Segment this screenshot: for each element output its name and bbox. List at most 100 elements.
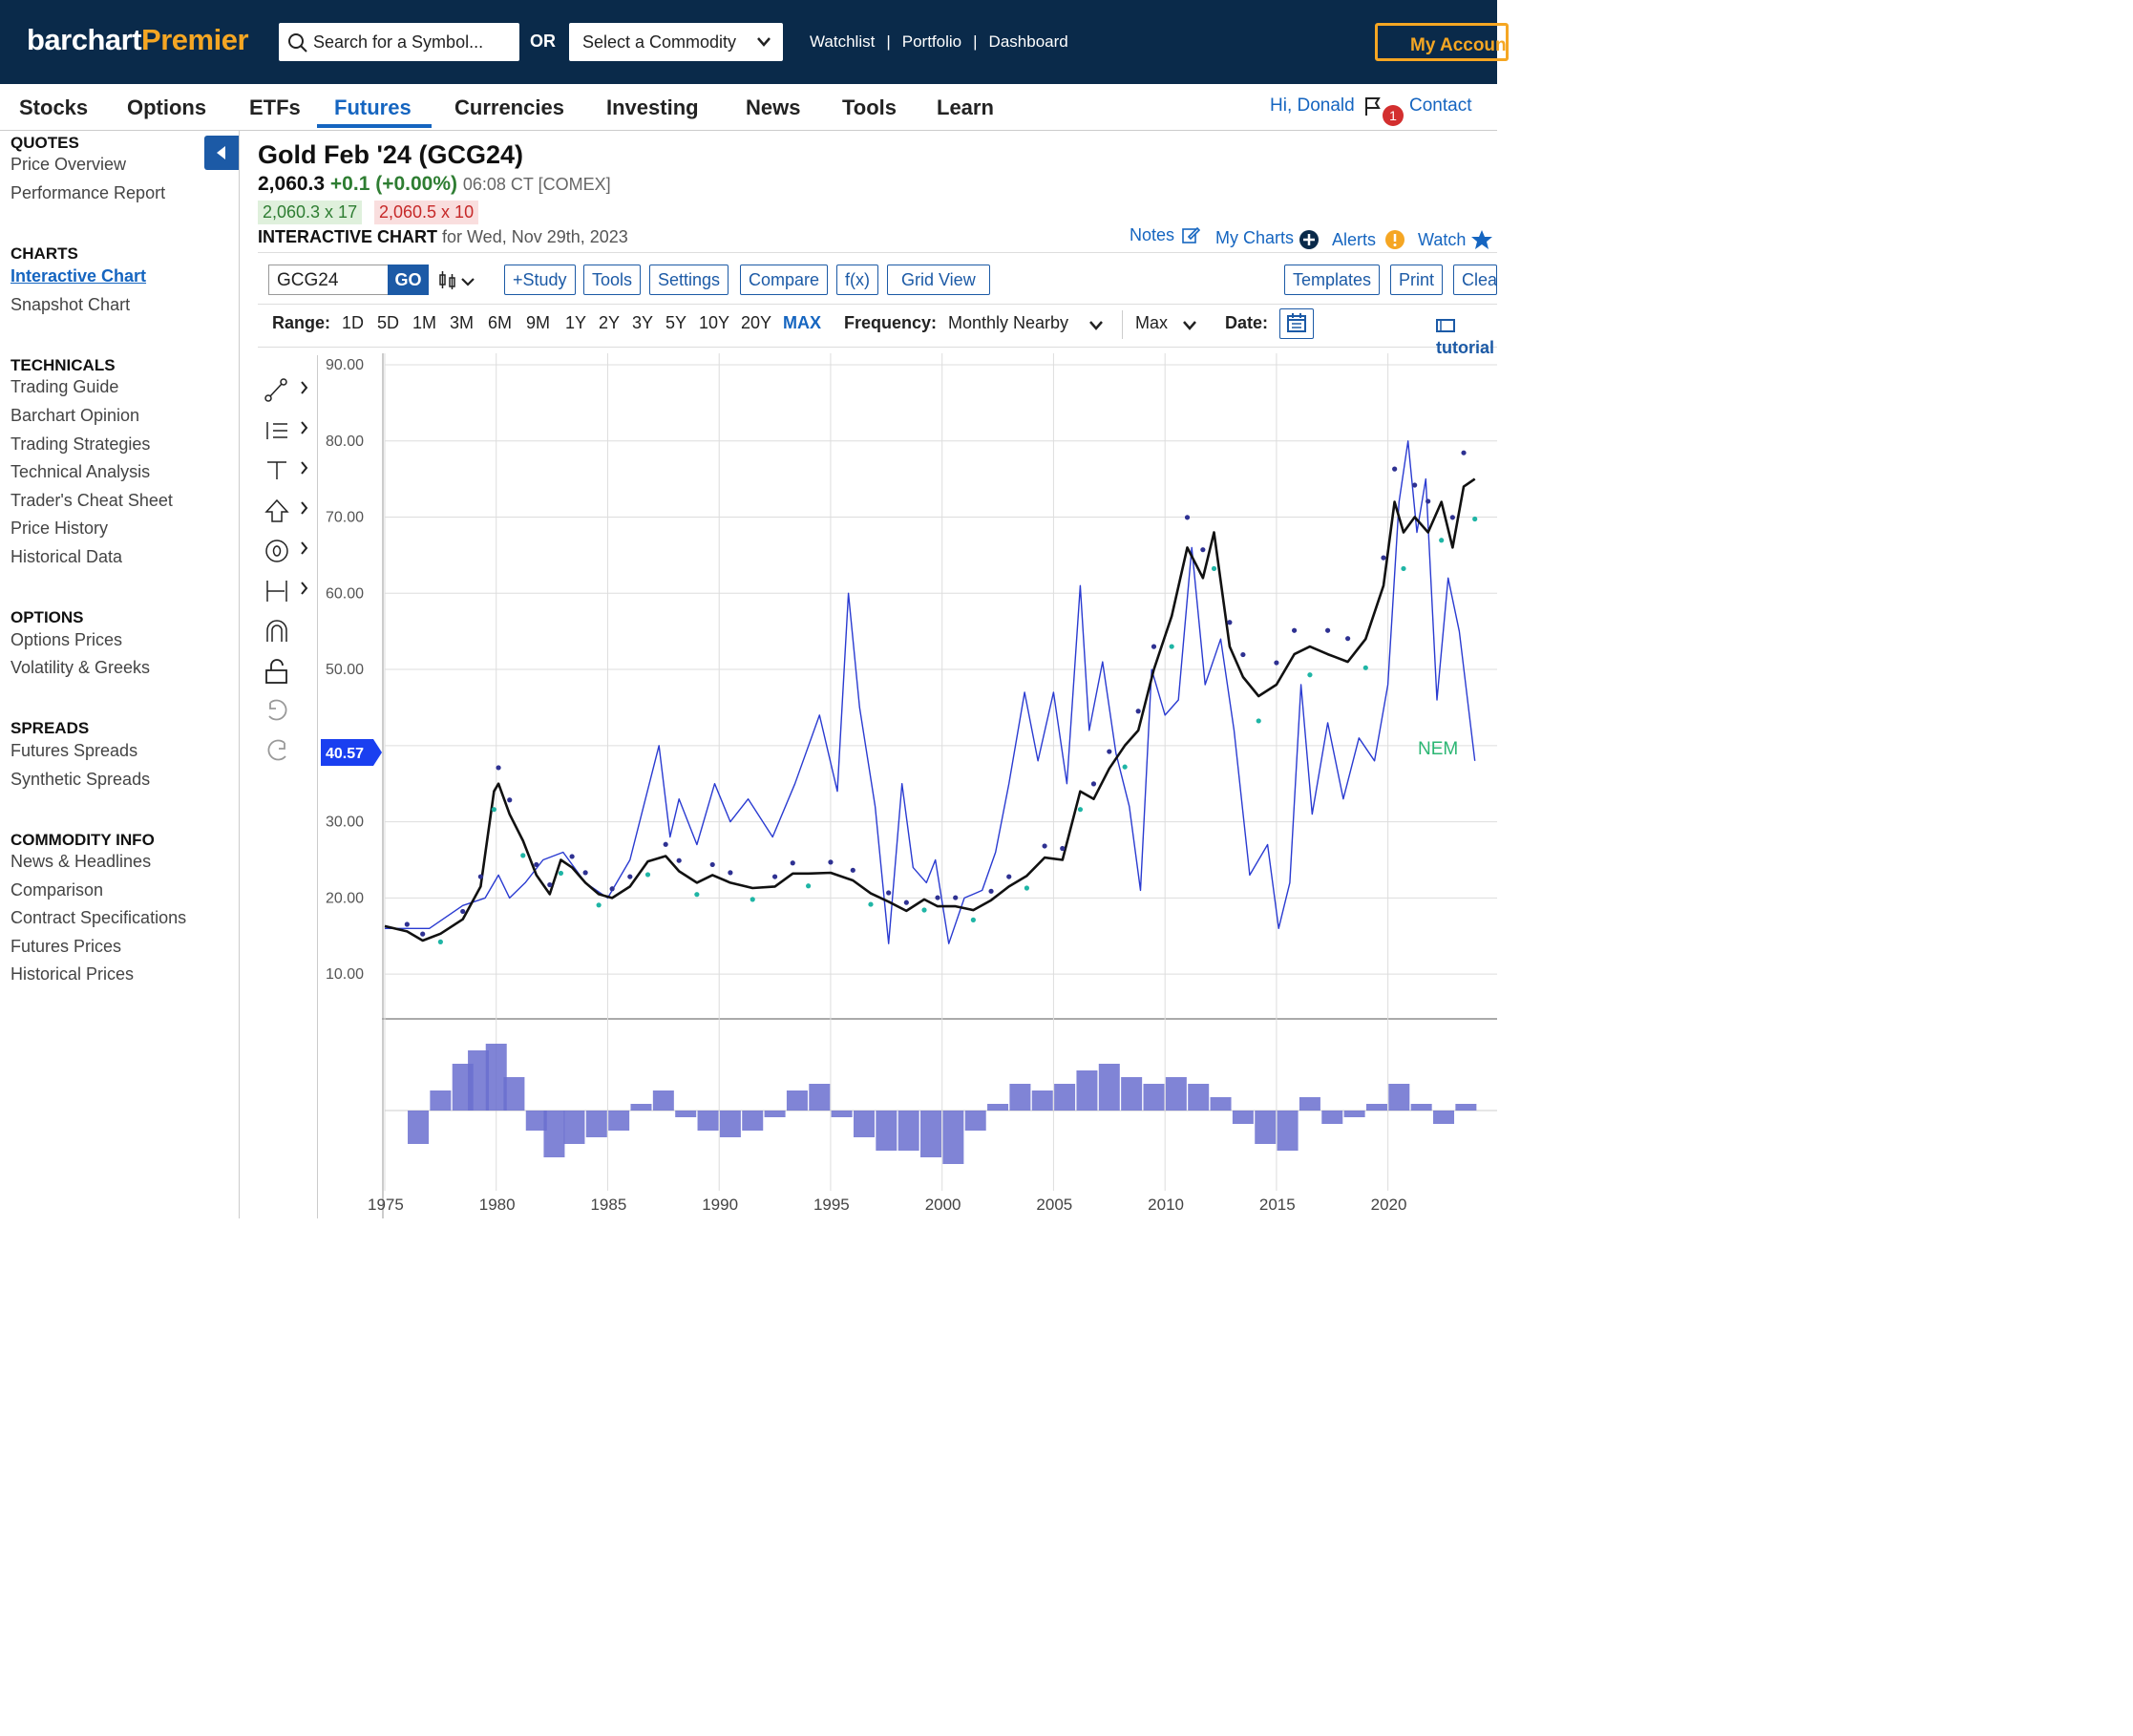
range-10y[interactable]: 10Y (699, 313, 729, 333)
range-1m[interactable]: 1M (412, 313, 436, 333)
sidebar-item-historical-prices[interactable]: Historical Prices (11, 964, 134, 984)
nav-futures[interactable]: Futures (334, 95, 412, 120)
nav-etfs[interactable]: ETFs (249, 95, 301, 120)
my-account-button[interactable]: My Account (1375, 23, 1509, 61)
symbol-search-input[interactable]: Search for a Symbol... (279, 23, 519, 61)
period-select[interactable]: Max (1135, 313, 1168, 333)
tutorial-link[interactable]: tutorial (1436, 318, 1497, 358)
magnet-icon[interactable] (266, 620, 287, 642)
range-1y[interactable]: 1Y (565, 313, 586, 333)
print-button[interactable]: Print (1390, 265, 1444, 295)
nav-investing[interactable]: Investing (606, 95, 699, 120)
watchlist-link[interactable]: Watchlist (810, 32, 875, 52)
range-3y[interactable]: 3Y (632, 313, 653, 333)
circle-shape-tool[interactable] (265, 540, 308, 562)
sidebar-item-options-prices[interactable]: Options Prices (11, 630, 122, 650)
price-chart[interactable]: 90.0080.0070.0060.0050.0040.0030.0020.00… (318, 353, 1497, 1218)
undo-icon[interactable] (268, 699, 287, 721)
alerts-link[interactable]: Alerts (1332, 230, 1376, 250)
watch-link[interactable]: Watch (1418, 230, 1466, 250)
range-6m[interactable]: 6M (488, 313, 512, 333)
candlestick-type-icon[interactable] (437, 270, 477, 291)
range-max[interactable]: MAX (783, 313, 821, 333)
sidebar-item-news-headlines[interactable]: News & Headlines (11, 852, 151, 872)
sidebar-item-historical-data[interactable]: Historical Data (11, 547, 122, 567)
dashboard-link[interactable]: Dashboard (989, 32, 1068, 52)
star-icon[interactable] (1470, 229, 1493, 250)
stop-dot (1449, 515, 1455, 520)
arrow-up-tool[interactable] (264, 498, 308, 522)
range-1d[interactable]: 1D (342, 313, 364, 333)
sidebar-item-price-overview[interactable]: Price Overview (11, 155, 126, 175)
range-5y[interactable]: 5Y (665, 313, 686, 333)
notification-badge[interactable]: 1 (1383, 105, 1404, 126)
frequency-select[interactable]: Monthly Nearby (948, 313, 1068, 333)
portfolio-link[interactable]: Portfolio (902, 32, 961, 52)
range-3m[interactable]: 3M (450, 313, 474, 333)
sidebar-item-price-history[interactable]: Price History (11, 519, 108, 539)
text-tool[interactable] (267, 461, 308, 479)
go-button[interactable]: GO (388, 265, 429, 295)
compare-button[interactable]: Compare (740, 265, 829, 295)
sidebar-item-futures-spreads[interactable]: Futures Spreads (11, 741, 137, 761)
alert-icon[interactable] (1384, 229, 1405, 250)
sidebar-item-barchart-opinion[interactable]: Barchart Opinion (11, 406, 139, 426)
nav-currencies[interactable]: Currencies (454, 95, 564, 120)
measure-tool[interactable] (266, 581, 308, 602)
flag-icon[interactable] (1363, 95, 1383, 116)
barchart-logo[interactable]: barchartPremier (27, 23, 249, 57)
logo-text: barchart (27, 23, 142, 56)
range-20y[interactable]: 20Y (741, 313, 771, 333)
my-charts-link[interactable]: My Charts (1215, 228, 1294, 248)
sidebar-item-volatility-greeks[interactable]: Volatility & Greeks (11, 658, 150, 678)
volume-bar (809, 1084, 831, 1111)
sidebar-item-snapshot-chart[interactable]: Snapshot Chart (11, 295, 130, 315)
edit-icon[interactable] (1181, 225, 1200, 244)
chevron-down-icon[interactable] (1182, 320, 1197, 331)
nav-stocks[interactable]: Stocks (19, 95, 88, 120)
nav-options[interactable]: Options (127, 95, 206, 120)
sidebar-item-performance-report[interactable]: Performance Report (11, 183, 165, 203)
commodity-select[interactable]: Select a Commodity (569, 23, 783, 61)
sidebar-item-traders-cheat-sheet[interactable]: Trader's Cheat Sheet (11, 491, 173, 511)
nav-news[interactable]: News (746, 95, 800, 120)
sidebar-item-trading-strategies[interactable]: Trading Strategies (11, 434, 150, 455)
sidebar-item-futures-prices[interactable]: Futures Prices (11, 937, 121, 957)
trend-line-tool[interactable] (264, 378, 308, 402)
nav-learn[interactable]: Learn (937, 95, 994, 120)
stop-dot (1227, 620, 1233, 625)
date-picker-button[interactable] (1279, 308, 1314, 339)
chart-symbol-input[interactable]: GCG24 (268, 265, 389, 295)
range-2y[interactable]: 2Y (599, 313, 620, 333)
sidebar-item-technical-analysis[interactable]: Technical Analysis (11, 462, 150, 482)
sidebar-item-synthetic-spreads[interactable]: Synthetic Spreads (11, 770, 150, 790)
chevron-down-icon[interactable] (1088, 320, 1104, 331)
grid-view-button[interactable]: Grid View (887, 265, 990, 295)
redo-icon[interactable] (267, 739, 286, 761)
templates-button[interactable]: Templates (1284, 265, 1381, 295)
sidebar-item-trading-guide[interactable]: Trading Guide (11, 377, 118, 397)
contact-link[interactable]: Contact (1409, 95, 1471, 116)
add-study-button[interactable]: +Study (504, 265, 576, 295)
fibonacci-tool[interactable] (266, 421, 308, 439)
nav-tools[interactable]: Tools (842, 95, 897, 120)
plus-circle-icon[interactable] (1299, 229, 1320, 250)
volume-bar (1321, 1111, 1343, 1124)
user-greeting[interactable]: Hi, Donald (1270, 95, 1355, 116)
tools-button[interactable]: Tools (583, 265, 642, 295)
sidebar-item-interactive-chart[interactable]: Interactive Chart (11, 266, 146, 286)
range-9m[interactable]: 9M (526, 313, 550, 333)
notes-link[interactable]: Notes (1130, 225, 1174, 245)
function-button[interactable]: f(x) (836, 265, 878, 295)
collapse-sidebar-button[interactable] (204, 136, 239, 170)
sidebar-item-contract-specifications[interactable]: Contract Specifications (11, 908, 186, 928)
logo-premier-text: Premier (141, 23, 249, 56)
settings-button[interactable]: Settings (649, 265, 729, 295)
sidebar-item-comparison[interactable]: Comparison (11, 880, 103, 900)
lock-icon[interactable] (265, 659, 287, 684)
stop-dot (460, 908, 466, 915)
stop-dot (496, 765, 501, 771)
stop-dot (1307, 672, 1313, 678)
clear-button[interactable]: Clear (1453, 265, 1497, 295)
range-5d[interactable]: 5D (377, 313, 399, 333)
